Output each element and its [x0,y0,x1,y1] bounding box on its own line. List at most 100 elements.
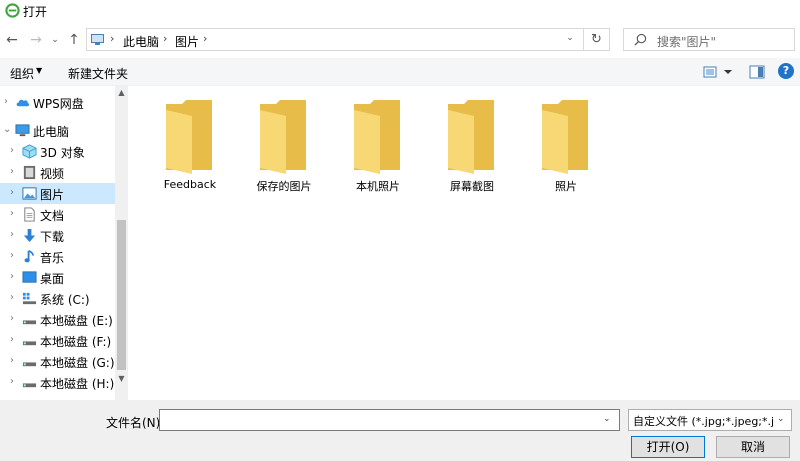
folder-item[interactable]: Feedback [145,100,235,192]
nav-item-documents[interactable]: › 文档 [0,204,115,225]
nav-item-videos[interactable]: › 视频 [0,162,115,183]
expand-chevron-icon[interactable]: › [10,292,14,303]
folder-icon [448,100,494,174]
expand-chevron-icon[interactable]: › [10,229,14,240]
nav-item-drive-h[interactable]: › 本地磁盘 (H:) [0,372,115,393]
open-button[interactable]: 打开(O) [631,436,705,458]
expand-chevron-icon[interactable]: › [10,187,14,198]
expand-chevron-icon[interactable]: › [10,334,14,345]
organize-caret-down-icon[interactable]: ▼ [36,66,42,75]
expand-chevron-icon[interactable]: › [4,96,8,107]
system-drive-icon [22,292,37,305]
folder-icon [354,100,400,174]
folder-item[interactable]: 照片 [521,100,611,193]
expand-chevron-icon[interactable]: › [10,250,14,261]
organize-button[interactable]: 组织 [10,65,34,82]
nav-item-this-pc[interactable]: ⌄ 此电脑 [0,120,115,141]
music-note-icon [24,250,35,263]
scroll-down-arrow-icon[interactable]: ▼ [115,372,128,386]
cancel-button[interactable]: 取消 [716,436,790,458]
drive-icon [22,383,37,388]
search-input[interactable]: 搜索"图片" [623,28,795,51]
folder-label: 照片 [555,180,577,193]
document-icon [24,207,35,222]
search-icon [634,33,647,46]
nav-item-label: WPS网盘 [33,97,84,111]
folder-item[interactable]: 本机照片 [333,100,423,193]
scroll-up-arrow-icon[interactable]: ▲ [115,86,128,100]
nav-item-drive-f[interactable]: › 本地磁盘 (F:) [0,330,115,351]
folder-label: 屏幕截图 [450,180,494,193]
expand-chevron-icon[interactable]: › [10,313,14,324]
change-view-icon[interactable] [703,64,733,80]
back-button[interactable]: ← [3,29,21,51]
title-bar: 打开 [0,0,800,22]
nav-item-3d-objects[interactable]: › 3D 对象 [0,141,115,162]
folder-label: Feedback [163,178,217,191]
forward-button[interactable]: → [27,29,45,51]
nav-item-drive-e[interactable]: › 本地磁盘 (E:) [0,309,115,330]
file-type-value: 自定义文件 (*.jpg;*.jpeg;*.jpe; [633,415,775,428]
nav-item-label: 3D 对象 [40,146,85,160]
toolbar: 组织 ▼ 新建文件夹 ? [0,58,800,86]
breadcrumb-separator-icon[interactable]: › [110,32,114,45]
nav-item-label: 文档 [40,209,65,223]
nav-item-downloads[interactable]: › 下载 [0,225,115,246]
cube-3d-icon [22,144,37,159]
drive-icon [22,320,37,325]
preview-pane-icon[interactable] [749,64,765,80]
help-icon[interactable]: ? [778,63,794,79]
drive-icon [22,341,37,346]
breadcrumb-separator-icon[interactable]: › [203,32,207,45]
window-title: 打开 [23,5,48,19]
folder-item[interactable]: 保存的图片 [239,100,329,193]
video-icon [23,165,36,180]
new-folder-button[interactable]: 新建文件夹 [68,65,128,82]
nav-item-label: 图片 [40,188,65,202]
filename-history-chevron-down-icon[interactable]: ⌄ [603,414,611,424]
nav-item-label: 桌面 [40,272,65,286]
expand-chevron-icon[interactable]: › [10,145,14,156]
file-type-select[interactable]: 自定义文件 (*.jpg;*.jpeg;*.jpe; ⌄ [628,409,792,431]
expand-chevron-icon[interactable]: › [10,271,14,282]
expand-chevron-icon[interactable]: › [10,208,14,219]
download-arrow-icon [23,228,36,243]
nav-item-label: 此电脑 [33,125,70,139]
breadcrumb-separator-icon[interactable]: › [163,32,167,45]
up-button[interactable]: ↑ [65,29,83,51]
nav-item-system-drive[interactable]: › 系统 (C:) [0,288,115,309]
filename-input[interactable] [159,409,620,431]
scrollbar-thumb[interactable] [117,220,126,370]
nav-item-label: 本地磁盘 (E:) [40,314,113,328]
breadcrumb-this-pc[interactable]: 此电脑 [123,33,159,50]
folder-icon [542,100,588,174]
nav-item-label: 本地磁盘 (H:) [40,377,115,391]
nav-scrollbar[interactable]: ▲ ▼ [115,86,128,400]
file-list: Feedback 保存的图片 本机照片 屏幕截图 照片 [128,86,800,400]
breadcrumb-pictures[interactable]: 图片 [175,33,199,50]
nav-item-music[interactable]: › 音乐 [0,246,115,267]
recent-locations-chevron-down-icon[interactable]: ⌄ [49,29,61,51]
nav-item-label: 系统 (C:) [40,293,90,307]
computer-icon [15,124,30,137]
address-bar[interactable]: › 此电脑 › 图片 › ⌄ [86,28,584,51]
navigation-pane: › WPS网盘 ⌄ 此电脑 › 3D 对象 › 视频 › 图片 › 文档 › 下… [0,86,128,400]
search-placeholder: 搜索"图片" [657,35,717,49]
filename-label: 文件名(N): [106,416,165,430]
refresh-button[interactable]: ↻ [584,28,610,51]
nav-item-pictures[interactable]: › 图片 [0,183,115,204]
expand-chevron-icon[interactable]: › [10,376,14,387]
folder-label: 本机照片 [356,180,400,193]
nav-item-desktop[interactable]: › 桌面 [0,267,115,288]
nav-item-wps-cloud[interactable]: › WPS网盘 [0,92,115,113]
file-type-chevron-down-icon[interactable]: ⌄ [777,414,785,424]
nav-item-label: 下载 [40,230,65,244]
nav-item-drive-g[interactable]: › 本地磁盘 (G:) [0,351,115,372]
address-history-chevron-down-icon[interactable]: ⌄ [561,33,579,43]
expand-chevron-icon[interactable]: › [10,355,14,366]
folder-item[interactable]: 屏幕截图 [427,100,517,193]
computer-icon [91,34,104,45]
expand-chevron-icon[interactable]: › [10,166,14,177]
nav-item-label: 视频 [40,167,65,181]
collapse-chevron-icon[interactable]: ⌄ [3,124,11,135]
